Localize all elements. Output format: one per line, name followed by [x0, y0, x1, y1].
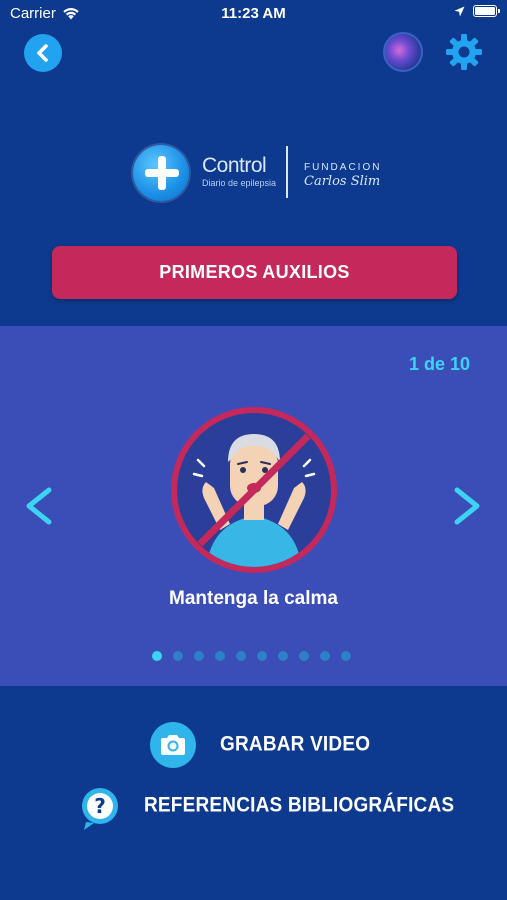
logo-divider	[286, 146, 288, 198]
status-right	[454, 5, 500, 17]
battery-icon	[473, 5, 500, 17]
avatar[interactable]	[383, 32, 423, 72]
page-dot[interactable]	[152, 651, 162, 661]
page-dot[interactable]	[299, 651, 309, 661]
slide-caption: Mantenga la calma	[169, 588, 338, 609]
logo-subtitle: Diario de epilepsia	[202, 178, 277, 188]
camera-icon-badge	[150, 722, 196, 768]
record-video-label: GRABAR VIDEO	[220, 732, 371, 757]
references-button[interactable]: ? REFERENCIAS BIBLIOGRÁFICAS	[80, 786, 455, 830]
page-dot[interactable]	[257, 651, 267, 661]
chevron-left-icon	[26, 487, 52, 525]
page-dot[interactable]	[236, 651, 246, 661]
chevron-left-icon	[37, 44, 48, 62]
logo-title: Control	[202, 154, 267, 177]
page-dot[interactable]	[215, 651, 225, 661]
page-dot[interactable]	[320, 651, 330, 661]
pagination-dots	[152, 651, 351, 661]
question-bubble-icon: ?	[82, 788, 118, 830]
app-logo: Control Diario de epilepsia FUNDACION Ca…	[130, 142, 400, 204]
status-bar: Carrier 11:23 AM	[0, 0, 507, 28]
foundation-label: FUNDACION	[304, 162, 382, 173]
carousel-panel: 1 de 10 Mantenga la calma	[0, 326, 507, 686]
foundation-name: Carlos Slim	[304, 174, 381, 189]
page-dot[interactable]	[194, 651, 204, 661]
record-video-button[interactable]: GRABAR VIDEO	[150, 722, 370, 768]
next-slide-button[interactable]	[450, 486, 484, 526]
camera-icon	[161, 735, 185, 755]
chevron-right-icon	[454, 487, 480, 525]
references-label: REFERENCIAS BIBLIOGRÁFICAS	[144, 793, 455, 818]
page-counter: 1 de 10	[408, 354, 470, 374]
help-icon-badge: ?	[80, 786, 120, 830]
page-dot[interactable]	[278, 651, 288, 661]
previous-slide-button[interactable]	[22, 486, 56, 526]
back-button[interactable]	[24, 34, 62, 72]
settings-button[interactable]	[444, 32, 484, 72]
plus-logo-icon	[133, 145, 189, 201]
first-aid-button[interactable]: PRIMEROS AUXILIOS	[52, 246, 457, 299]
svg-text:?: ?	[94, 794, 106, 818]
keep-calm-illustration	[171, 407, 337, 573]
gear-icon	[446, 34, 482, 70]
page-dot[interactable]	[173, 651, 183, 661]
page-dot[interactable]	[341, 651, 351, 661]
status-time: 11:23 AM	[221, 5, 286, 22]
location-arrow-icon	[454, 6, 465, 16]
